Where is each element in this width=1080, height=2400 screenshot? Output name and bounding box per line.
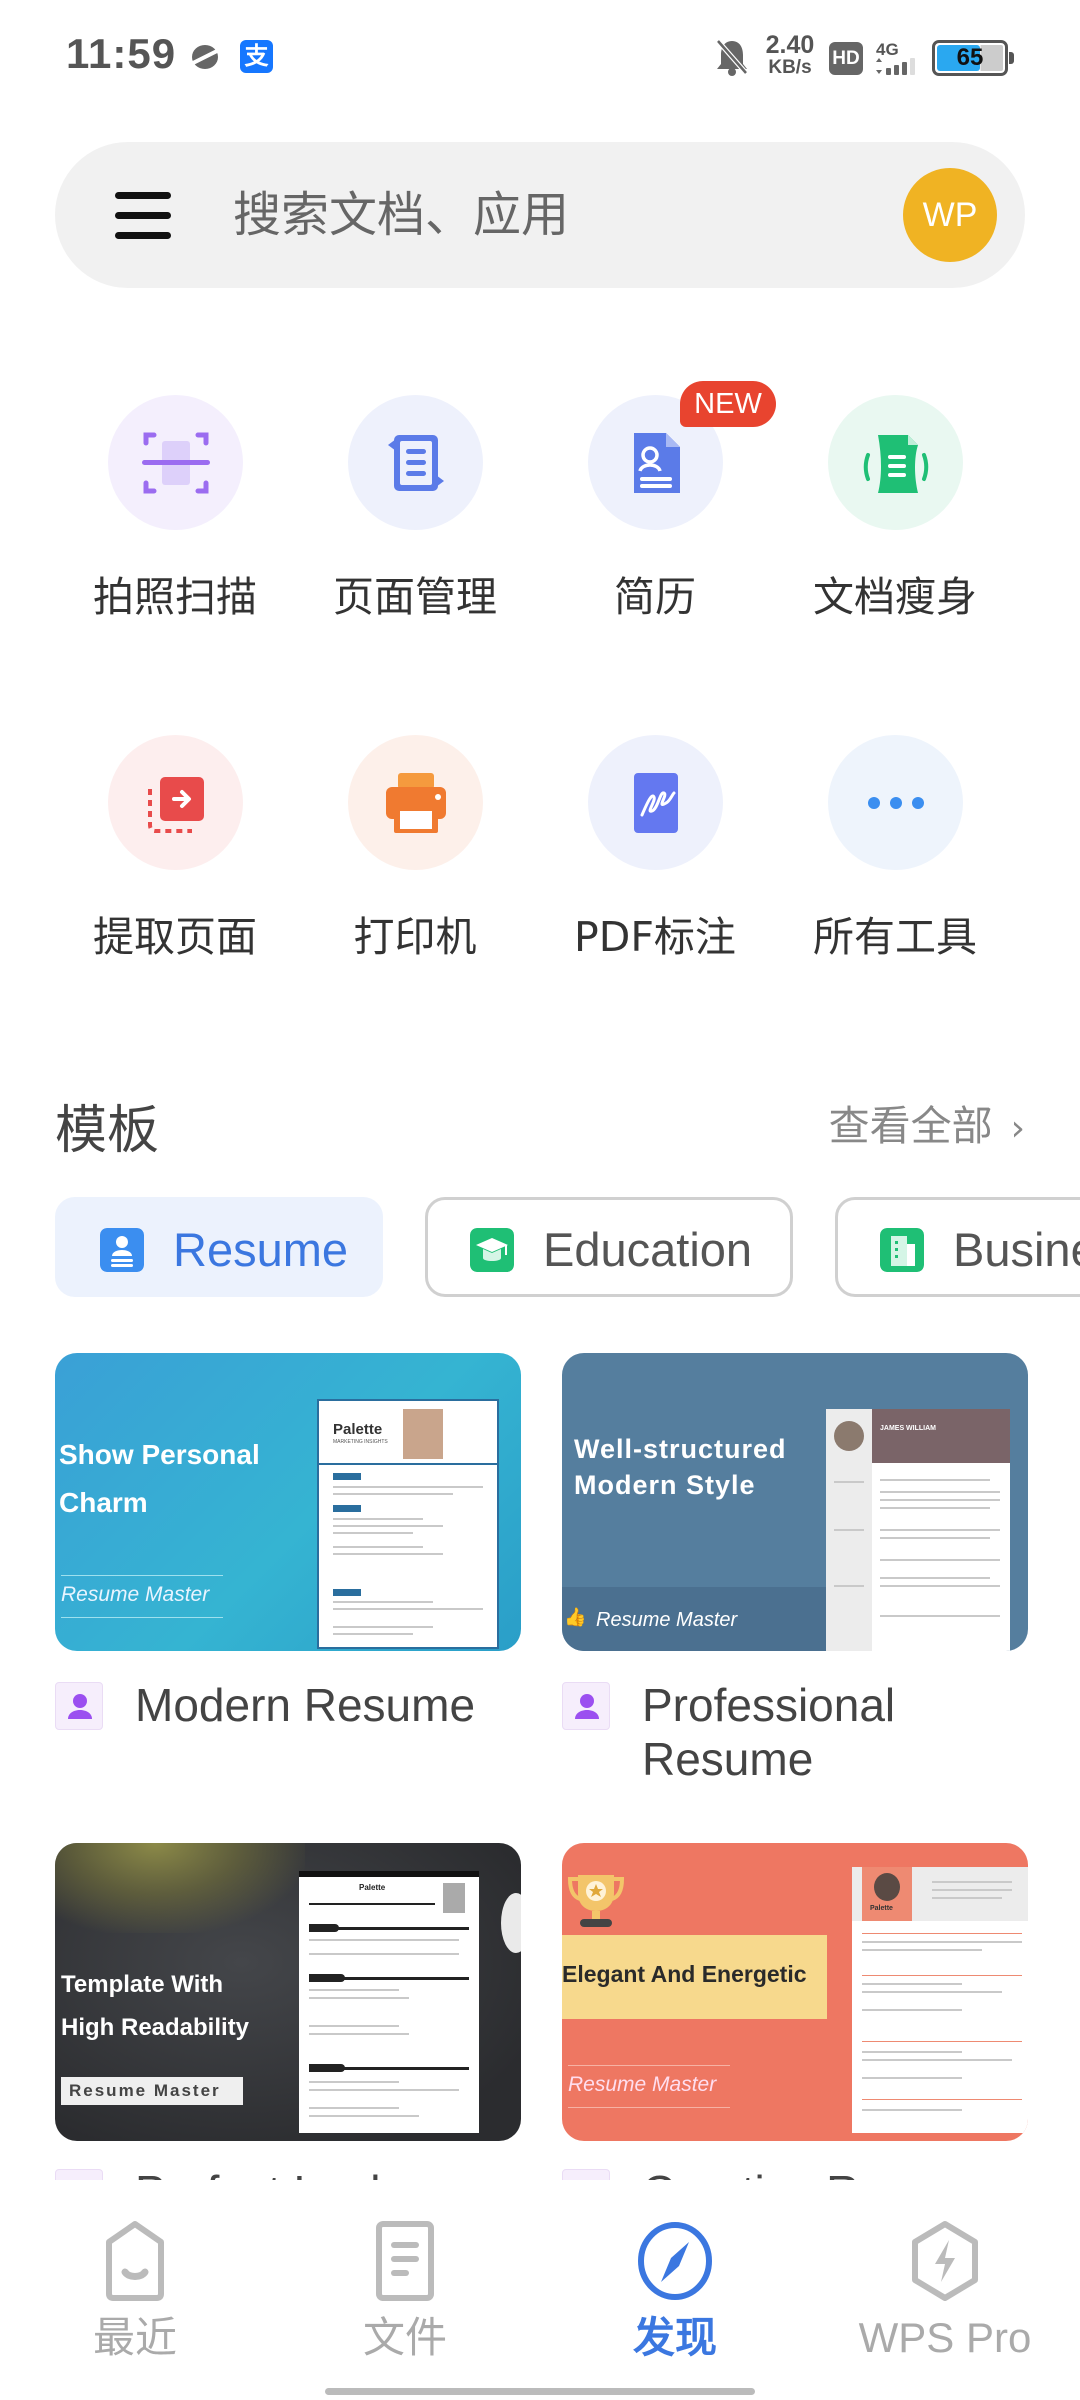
business-category-icon — [880, 1228, 924, 1272]
person-icon — [55, 2169, 103, 2180]
tool-extract-page[interactable]: 提取页面 — [55, 735, 295, 975]
resume-preview: Palette — [852, 1867, 1028, 2133]
chip-education[interactable]: Education — [425, 1197, 793, 1297]
photo — [403, 1409, 443, 1459]
tool-label: 所有工具 — [813, 913, 977, 961]
tool-label: 提取页面 — [93, 913, 257, 961]
search-input[interactable]: 搜索文档、应用 — [233, 184, 569, 246]
tool-all-tools[interactable]: 所有工具 — [775, 735, 1015, 975]
printer-icon — [386, 773, 446, 833]
tool-label: PDF标注 — [574, 913, 736, 961]
hamburger-menu-icon[interactable] — [115, 192, 171, 240]
template-name: Creative Resume — [642, 2165, 997, 2180]
template-card-high-readability[interactable]: Template With High Readability Resume Ma… — [55, 1843, 521, 2141]
template-name: Perfect Look — [135, 2165, 393, 2180]
tool-label: 拍照扫描 — [93, 573, 257, 621]
wps-pro-icon — [912, 2221, 978, 2301]
templates-title: 模板 — [55, 1101, 160, 1161]
tool-photo-scan[interactable]: 拍照扫描 — [55, 395, 295, 635]
chevron-right-icon: › — [1010, 1108, 1025, 1149]
education-category-icon — [470, 1228, 514, 1272]
template-name-row[interactable]: Modern Resume — [55, 1678, 475, 1732]
chip-resume[interactable]: Resume — [55, 1197, 383, 1297]
page-manage-icon — [388, 435, 444, 491]
files-icon — [376, 2221, 434, 2301]
tool-page-manage[interactable]: 页面管理 — [295, 395, 535, 635]
scan-icon — [142, 432, 210, 494]
nav-wps-pro[interactable]: WPS Pro — [810, 2220, 1080, 2370]
thumbs-up-icon: 👍 — [564, 1607, 587, 1628]
person-icon — [562, 1682, 610, 1730]
resume-preview: JAMES WILLIAM — [826, 1409, 1010, 1651]
tool-label: 打印机 — [353, 913, 477, 961]
resume-icon — [634, 433, 680, 493]
resume-preview: Palette — [299, 1871, 479, 2133]
extract-page-icon — [148, 777, 204, 833]
battery-indicator: 65 — [932, 40, 1014, 76]
more-tools-icon — [868, 797, 924, 809]
user-avatar[interactable]: WP — [903, 168, 997, 262]
tool-label: 页面管理 — [333, 573, 497, 621]
alipay-icon: 支 — [240, 40, 273, 73]
category-chips: Resume Education Business — [55, 1197, 1080, 1297]
template-card-elegant-energetic[interactable]: Elegant And Energetic Resume Master Pale… — [562, 1843, 1028, 2141]
recent-icon — [106, 2221, 164, 2301]
template-card-modern-resume[interactable]: Show Personal Charm Resume Master Palett… — [55, 1353, 521, 1651]
nav-files[interactable]: 文件 — [270, 2220, 540, 2370]
template-name-row[interactable]: Professional Resume — [562, 1678, 942, 1786]
browser-planet-icon — [190, 45, 220, 69]
template-card-professional-resume[interactable]: Well-structured Modern Style 👍 Resume Ma… — [562, 1353, 1028, 1651]
tool-label: 文档瘦身 — [813, 573, 977, 621]
tool-resume[interactable]: 简历 — [535, 395, 775, 635]
resume-category-icon — [100, 1228, 144, 1272]
resume-preview: Palette MARKETING INSIGHTS — [317, 1399, 499, 1649]
leaves-decoration — [55, 1843, 305, 1933]
chip-business[interactable]: Business — [835, 1197, 1080, 1297]
person-icon — [562, 2169, 610, 2180]
trophy-icon — [568, 1875, 624, 1927]
discover-compass-icon — [638, 2222, 712, 2300]
bottom-navigation: 最近 文件 发现 WPS Pro — [0, 2180, 1080, 2400]
search-bar[interactable]: 搜索文档、应用 WP — [55, 142, 1025, 288]
template-name-row[interactable]: Creative Resume — [562, 2165, 997, 2180]
doc-slim-icon — [863, 435, 929, 493]
hd-voice-icon: HD — [829, 42, 863, 75]
status-time: 11:59 — [66, 30, 177, 77]
bell-muted-icon — [716, 39, 748, 76]
template-name: Professional Resume — [642, 1679, 896, 1785]
person-icon — [55, 1682, 103, 1730]
tool-doc-slim[interactable]: 文档瘦身 — [775, 395, 1015, 635]
template-name-row[interactable]: Perfect Look — [55, 2165, 393, 2180]
pdf-annotate-icon — [634, 773, 678, 833]
tool-label: 简历 — [614, 573, 696, 621]
status-bar: 11:59 支 2.40 KB/s HD 4G 65 — [0, 0, 1080, 115]
signal-4g-icon: 4G — [876, 40, 922, 76]
nav-recent[interactable]: 最近 — [0, 2220, 270, 2370]
template-name: Modern Resume — [135, 1679, 476, 1731]
network-speed: 2.40 KB/s — [765, 31, 815, 78]
home-indicator[interactable] — [325, 2388, 755, 2395]
new-badge: NEW — [680, 381, 776, 427]
tool-pdf-annotate[interactable]: PDF标注 — [535, 735, 775, 975]
nav-discover[interactable]: 发现 — [540, 2220, 810, 2370]
tool-printer[interactable]: 打印机 — [295, 735, 535, 975]
view-all-link[interactable]: 查看全部 › — [829, 1092, 1025, 1152]
